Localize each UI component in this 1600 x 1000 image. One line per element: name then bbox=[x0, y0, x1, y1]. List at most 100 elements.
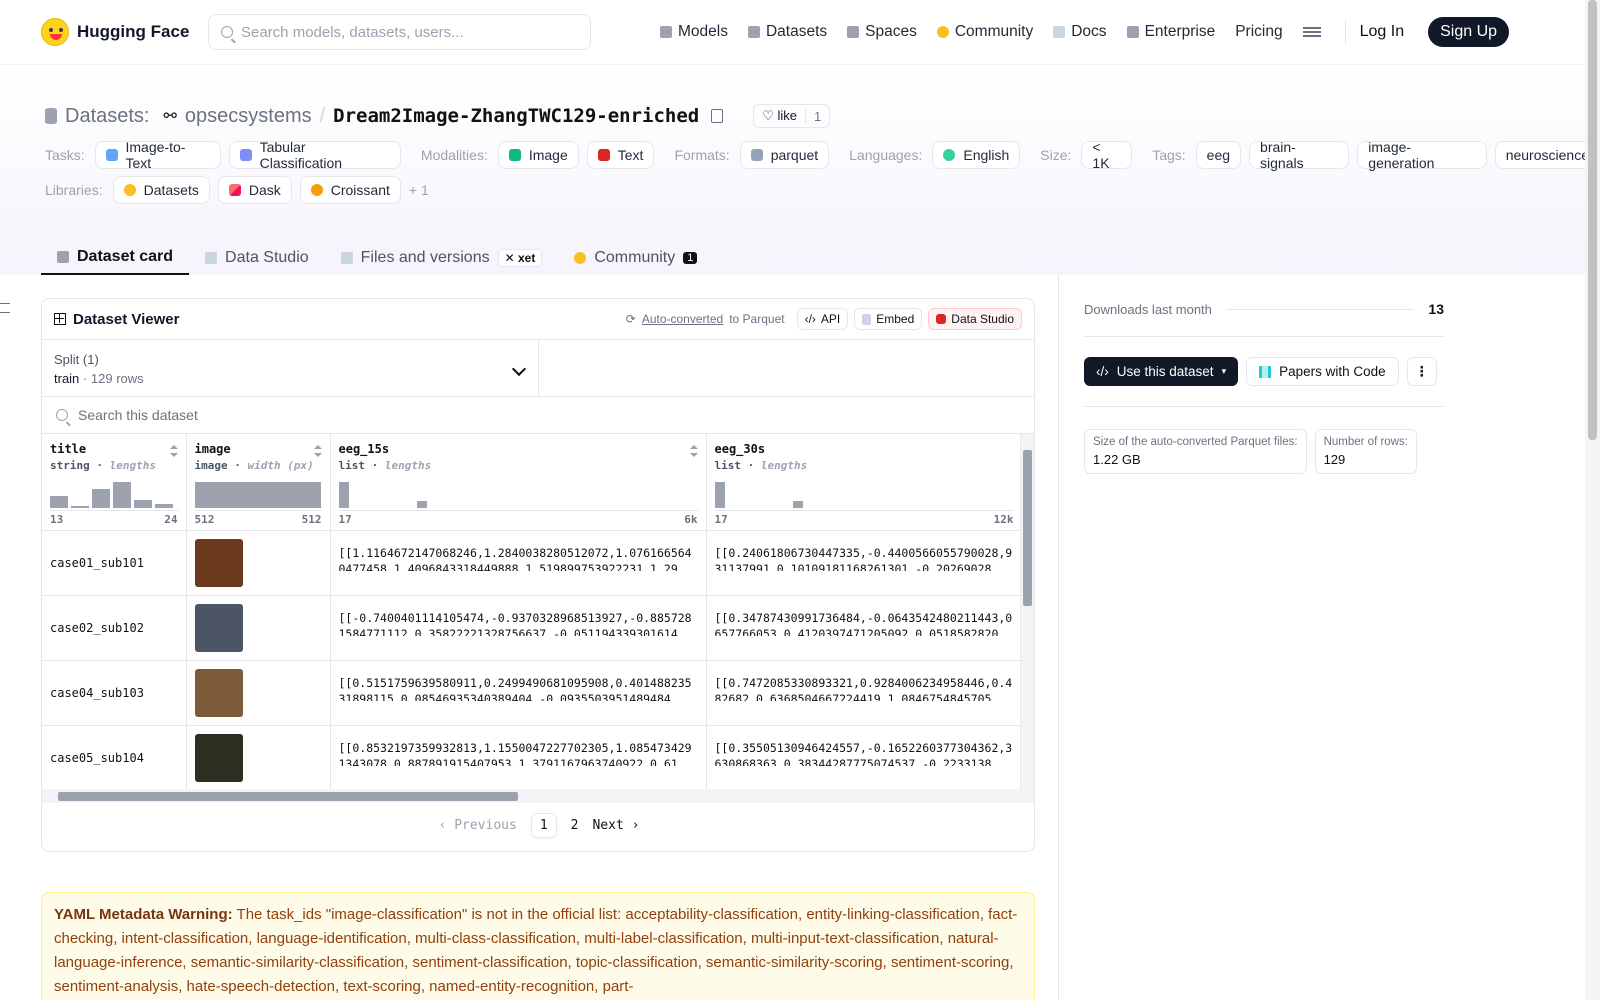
task-chip-tabular-classification[interactable]: Tabular Classification bbox=[228, 139, 401, 171]
title-cell[interactable]: case05_sub104 bbox=[42, 725, 187, 791]
nav-models[interactable]: Models bbox=[660, 23, 728, 41]
login-link[interactable]: Log In bbox=[1360, 23, 1404, 41]
histogram-bar[interactable] bbox=[71, 506, 89, 508]
tab-community[interactable]: Community 1 bbox=[558, 230, 713, 275]
like-button[interactable]: ♡ like 1 bbox=[753, 104, 831, 128]
page-2-button[interactable]: 2 bbox=[571, 818, 579, 833]
image-thumbnail[interactable] bbox=[194, 733, 243, 782]
eeg-15s-cell[interactable]: [[-0.7400401114105474,-0.937032896851392… bbox=[330, 595, 707, 661]
api-button[interactable]: ‹/› API bbox=[796, 308, 849, 330]
data-studio-button[interactable]: Data Studio bbox=[928, 308, 1022, 330]
more-menu-icon[interactable] bbox=[1302, 27, 1321, 37]
nav-docs[interactable]: Docs bbox=[1053, 23, 1107, 41]
copy-icon[interactable] bbox=[711, 109, 724, 123]
like-label: like bbox=[777, 108, 798, 123]
auto-converted-link[interactable]: Auto-converted bbox=[642, 312, 723, 326]
page-1-button[interactable]: 1 bbox=[530, 812, 557, 838]
histogram-bar[interactable] bbox=[92, 489, 110, 508]
image-thumbnail[interactable] bbox=[194, 603, 243, 652]
table-row[interactable]: case04_sub103 [[0.5151759639580911,0.2499… bbox=[42, 660, 1023, 726]
dataset-search-input[interactable]: Search this dataset bbox=[42, 397, 1034, 434]
embed-button[interactable]: Embed bbox=[854, 308, 923, 330]
eeg-30s-cell[interactable]: [[0.34787430991736484,-0.064354248021144… bbox=[706, 595, 1023, 661]
papers-with-code-button[interactable]: Papers with Code bbox=[1246, 357, 1399, 386]
sort-icon[interactable] bbox=[313, 445, 322, 457]
community-icon bbox=[936, 26, 949, 38]
title-cell[interactable]: case04_sub103 bbox=[42, 660, 187, 726]
image-cell[interactable] bbox=[186, 660, 331, 726]
column-histogram bbox=[194, 480, 321, 508]
image-thumbnail[interactable] bbox=[194, 668, 243, 717]
org-link[interactable]: opsecsystems bbox=[185, 105, 312, 128]
table-row[interactable]: case05_sub104 [[0.8532197359932813,1.1550… bbox=[42, 725, 1023, 791]
histogram-bar[interactable] bbox=[792, 501, 803, 508]
page-scrollbar[interactable] bbox=[1585, 0, 1600, 1000]
histogram-bar[interactable] bbox=[134, 499, 152, 508]
table-row[interactable]: case01_sub101 [[1.1164672147068246,1.2840… bbox=[42, 530, 1023, 596]
horizontal-scrollbar[interactable] bbox=[42, 789, 1034, 803]
histogram-bar[interactable] bbox=[155, 504, 173, 508]
eeg-15s-cell[interactable]: [[1.1164672147068246,1.2840038280512072,… bbox=[330, 530, 707, 596]
eeg-15s-cell[interactable]: [[0.8532197359932813,1.1550047227702305,… bbox=[330, 725, 707, 791]
split-dropdown[interactable]: Split (1) train · 129 rows bbox=[42, 340, 539, 396]
tag-chip-image-generation[interactable]: image-generation bbox=[1357, 139, 1487, 171]
histogram-bar[interactable] bbox=[50, 495, 68, 508]
library-chip-croissant[interactable]: Croissant bbox=[299, 176, 401, 204]
tab-files-and-versions[interactable]: Files and versions ✕ xet bbox=[325, 230, 559, 275]
sort-icon[interactable] bbox=[169, 445, 178, 457]
tag-chip-eeg[interactable]: eeg bbox=[1195, 141, 1242, 169]
column-header-eeg_15s[interactable]: eeg_15s list · lengths 17 6k bbox=[330, 434, 707, 531]
eeg-30s-cell[interactable]: [[0.35505130946424557,-0.165226037730436… bbox=[706, 725, 1023, 791]
eeg-30s-cell[interactable]: [[0.24061806730447335,-0.440056605579002… bbox=[706, 530, 1023, 596]
next-page-button[interactable]: Next › bbox=[592, 818, 639, 833]
column-header-title[interactable]: title string · lengths 13 24 bbox=[42, 434, 187, 531]
histogram-bar[interactable] bbox=[714, 481, 725, 508]
signup-button[interactable]: Sign Up bbox=[1428, 17, 1510, 47]
image-cell[interactable] bbox=[186, 530, 331, 596]
library-chip-dask[interactable]: Dask bbox=[217, 176, 292, 204]
image-thumbnail[interactable] bbox=[194, 538, 243, 587]
eeg-15s-cell[interactable]: [[0.5151759639580911,0.2499490681095908,… bbox=[330, 660, 707, 726]
eeg-30s-cell[interactable]: [[0.7472085330893321,0.9284006234958446,… bbox=[706, 660, 1023, 726]
sort-icon[interactable] bbox=[689, 445, 698, 457]
histogram-bar[interactable] bbox=[113, 481, 131, 508]
horizontal-scroll-thumb[interactable] bbox=[58, 792, 518, 801]
tag-chip-brain-signals[interactable]: brain-signals bbox=[1249, 139, 1350, 171]
histogram-bar[interactable] bbox=[194, 481, 321, 508]
language-chip-english[interactable]: English bbox=[932, 141, 1021, 169]
title-cell[interactable]: case02_sub102 bbox=[42, 595, 187, 661]
size-chip[interactable]: < 1K bbox=[1081, 139, 1133, 171]
page-scroll-thumb[interactable] bbox=[1588, 0, 1597, 440]
tab-dataset-card[interactable]: Dataset card bbox=[41, 230, 190, 275]
histogram-bar[interactable] bbox=[416, 501, 427, 508]
modality-chip-image[interactable]: Image bbox=[497, 141, 579, 169]
nav-datasets[interactable]: Datasets bbox=[747, 23, 827, 41]
more-options-icon[interactable]: ⋮ bbox=[1406, 357, 1437, 386]
previous-page-button[interactable]: ‹ Previous bbox=[439, 818, 517, 833]
nav-enterprise[interactable]: Enterprise bbox=[1126, 23, 1215, 41]
task-chip-image-to-text[interactable]: Image-to-Text bbox=[94, 139, 221, 171]
dataset-name[interactable]: Dream2Image-ZhangTWC129-enriched bbox=[333, 105, 699, 127]
library-chip-datasets[interactable]: Datasets bbox=[112, 176, 210, 204]
modality-chip-text[interactable]: Text bbox=[586, 141, 655, 169]
use-this-dataset-button[interactable]: ‹/› Use this dataset ▾ bbox=[1084, 357, 1239, 386]
column-header-image[interactable]: image image · width (px) 512 512 bbox=[186, 434, 331, 531]
format-chip-parquet[interactable]: parquet bbox=[739, 141, 830, 169]
histogram-bar[interactable] bbox=[338, 481, 349, 508]
title-cell[interactable]: case01_sub101 bbox=[42, 530, 187, 596]
vertical-scrollbar[interactable] bbox=[1020, 434, 1034, 798]
tab-data-studio[interactable]: Data Studio bbox=[189, 230, 325, 275]
brand-logo[interactable]: Hugging Face bbox=[41, 18, 189, 46]
table-row[interactable]: case02_sub102 [[-0.7400401114105474,-0.93… bbox=[42, 595, 1023, 661]
table-of-contents-icon[interactable] bbox=[0, 303, 10, 313]
vertical-scroll-thumb[interactable] bbox=[1023, 450, 1032, 606]
nav-spaces[interactable]: Spaces bbox=[847, 23, 917, 41]
nav-pricing[interactable]: Pricing bbox=[1235, 23, 1282, 41]
libraries-more[interactable]: + 1 bbox=[409, 182, 429, 198]
nav-community[interactable]: Community bbox=[936, 23, 1033, 41]
column-header-eeg_30s[interactable]: eeg_30s list · lengths 17 12k bbox=[706, 434, 1023, 531]
datasets-breadcrumb[interactable]: Datasets: bbox=[65, 105, 149, 128]
image-cell[interactable] bbox=[186, 725, 331, 791]
image-cell[interactable] bbox=[186, 595, 331, 661]
global-search-input[interactable]: Search models, datasets, users... bbox=[208, 14, 591, 50]
